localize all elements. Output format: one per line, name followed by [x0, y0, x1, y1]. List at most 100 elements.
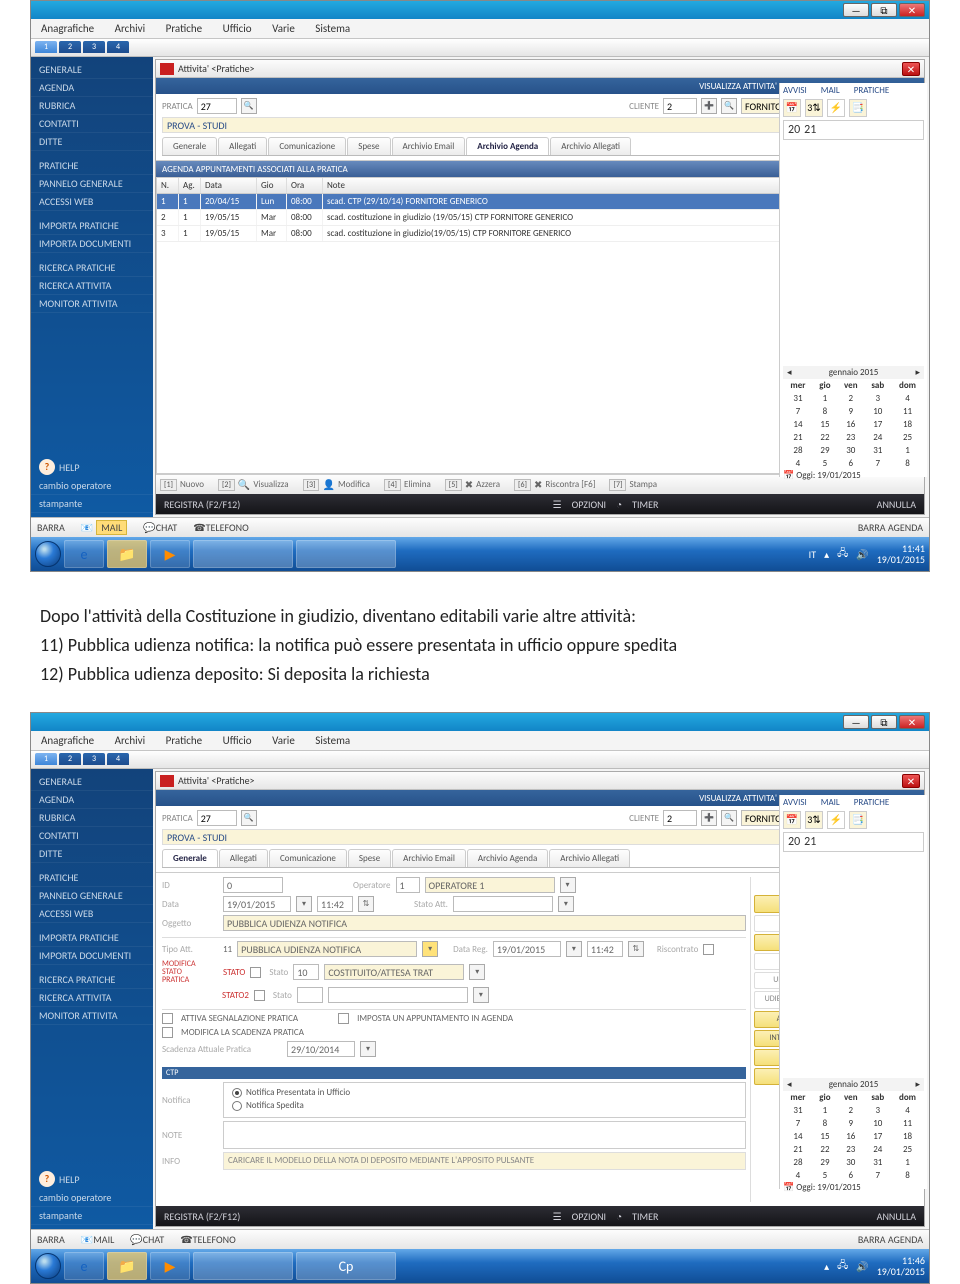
cal-day[interactable]: 25: [891, 1143, 924, 1156]
cal-day[interactable]: 4: [891, 392, 924, 405]
pratica-field[interactable]: 27: [197, 98, 237, 114]
status-chat[interactable]: CHAT: [156, 521, 177, 534]
statoatt-field[interactable]: [453, 896, 553, 912]
datareg-field[interactable]: 19/01/2015: [493, 941, 561, 957]
taskbar-media-icon[interactable]: ▶: [150, 540, 190, 568]
taskbar-app-2[interactable]: [296, 540, 396, 568]
pratica-search-icon[interactable]: 🔍: [241, 98, 257, 114]
tab-pratiche[interactable]: PRATICHE: [854, 797, 890, 808]
stato2-num-field[interactable]: [297, 987, 323, 1003]
cal-day[interactable]: 18: [891, 418, 924, 431]
clock[interactable]: 11:46 19/01/2015: [877, 1255, 925, 1277]
cal-day[interactable]: 23: [837, 1143, 865, 1156]
sidebar-item-ditte[interactable]: DITTE: [31, 133, 153, 151]
taskbar-ie-icon[interactable]: e: [64, 540, 104, 568]
cal-day[interactable]: 24: [865, 431, 891, 444]
tab-archivio-email[interactable]: Archivio Email: [392, 137, 466, 155]
taskbar-folder-icon[interactable]: 📁: [107, 540, 147, 568]
timer-button[interactable]: TIMER: [632, 1210, 658, 1223]
data-time-step-icon[interactable]: ⇅: [358, 896, 374, 912]
action-icon[interactable]: ⚡: [827, 811, 845, 829]
sidebar-item-importa-pratiche[interactable]: IMPORTA PRATICHE: [31, 929, 153, 947]
cal-day[interactable]: 31: [865, 1156, 891, 1169]
fn-elimina[interactable]: [4]Elimina: [384, 479, 431, 491]
phone-icon[interactable]: ☎: [180, 1233, 192, 1246]
menu-pratiche[interactable]: Pratiche: [166, 22, 203, 35]
cal-day[interactable]: 5: [813, 1169, 837, 1182]
calendar-icon[interactable]: 📅: [783, 99, 801, 117]
cal-day[interactable]: 8: [813, 1117, 837, 1130]
sidebar-item-ricerca-pratiche[interactable]: RICERCA PRATICHE: [31, 259, 153, 277]
cal-day[interactable]: 1: [813, 1104, 837, 1117]
fn-stampa[interactable]: [7]Stampa: [609, 479, 657, 491]
tab-pratiche[interactable]: PRATICHE: [854, 85, 890, 96]
fn-riscontra[interactable]: [6]✖Riscontra [F6]: [514, 478, 595, 491]
stato-num-field[interactable]: 10: [293, 964, 319, 980]
col-data[interactable]: Data: [201, 178, 257, 193]
oggetto-field[interactable]: PUBBLICA UDIENZA NOTIFICA: [223, 915, 746, 931]
statoatt-dd-icon[interactable]: ▾: [558, 896, 574, 912]
tab-comunicazione[interactable]: Comunicazione: [268, 137, 346, 155]
minimize-button[interactable]: —: [843, 715, 869, 729]
sidebar-item-rubrica[interactable]: RUBRICA: [31, 809, 153, 827]
imposta-appuntamento-checkbox[interactable]: [338, 1013, 349, 1024]
col-ora[interactable]: Ora: [287, 178, 323, 193]
radio-presentata[interactable]: Notifica Presentata in Ufficio: [232, 1087, 737, 1098]
sidebar-item-contatti[interactable]: CONTATTI: [31, 115, 153, 133]
datareg-time-step-icon[interactable]: ⇅: [628, 941, 644, 957]
registra-button[interactable]: REGISTRA (F2/F12): [164, 498, 240, 511]
fn-visualizza[interactable]: [2]🔍Visualizza: [218, 478, 289, 491]
clock[interactable]: 11:41 19/01/2015: [877, 543, 925, 565]
window-tab-4[interactable]: 4: [107, 41, 129, 53]
maximize-button[interactable]: ⧉: [871, 3, 897, 17]
cal-day[interactable]: 31: [783, 1104, 813, 1117]
sidebar-item-contatti[interactable]: CONTATTI: [31, 827, 153, 845]
mini-calendar[interactable]: ◂gennaio 2015▸mergiovensabdom31123478910…: [783, 366, 924, 481]
cal-day[interactable]: 11: [891, 1117, 924, 1130]
cal-day[interactable]: 30: [837, 444, 865, 457]
cliente-search-icon[interactable]: 🔍: [721, 810, 737, 826]
cal-day[interactable]: 29: [813, 1156, 837, 1169]
sidebar-item-pratiche[interactable]: PRATICHE: [31, 869, 153, 887]
cal-day[interactable]: 29: [813, 444, 837, 457]
cal-day[interactable]: 1: [891, 1156, 924, 1169]
modifica-scadenza-checkbox[interactable]: [162, 1027, 173, 1038]
sidebar-item-agenda[interactable]: AGENDA: [31, 791, 153, 809]
timer-button[interactable]: TIMER: [632, 498, 658, 511]
sidebar-item-cambio-operatore[interactable]: cambio operatore: [31, 1189, 153, 1207]
scadenza-dd-icon[interactable]: ▾: [360, 1041, 376, 1057]
operatore-num-field[interactable]: 1: [396, 877, 420, 893]
status-barra-agenda[interactable]: BARRA AGENDA: [858, 521, 923, 534]
cal-day[interactable]: 14: [783, 1130, 813, 1143]
list-icon[interactable]: ☰: [553, 1210, 562, 1223]
sidebar-item-importa-documenti[interactable]: IMPORTA DOCUMENTI: [31, 947, 153, 965]
opzioni-button[interactable]: OPZIONI: [572, 498, 606, 511]
cal-day[interactable]: 16: [837, 1130, 865, 1143]
sidebar-item-ditte[interactable]: DITTE: [31, 845, 153, 863]
menu-archivi[interactable]: Archivi: [115, 22, 146, 35]
status-barra[interactable]: BARRA: [37, 521, 65, 534]
sidebar-item-stampante[interactable]: stampante: [31, 1207, 153, 1225]
tray-flag-icon[interactable]: ▴: [824, 548, 829, 561]
data-field[interactable]: 19/01/2015: [223, 896, 291, 912]
tab-generale[interactable]: Generale: [162, 137, 217, 155]
cal-day[interactable]: 31: [865, 444, 891, 457]
annulla-button[interactable]: ANNULLA: [877, 498, 916, 511]
cliente-search-icon[interactable]: 🔍: [721, 98, 737, 114]
radio-spedita[interactable]: Notifica Spedita: [232, 1100, 737, 1111]
scadenza-field[interactable]: 29/10/2014: [287, 1041, 355, 1057]
attiva-segnalazione-checkbox[interactable]: [162, 1013, 173, 1024]
menu-ufficio[interactable]: Ufficio: [223, 734, 252, 747]
registra-button[interactable]: REGISTRA (F2/F12): [164, 1210, 240, 1223]
window-tab-2[interactable]: 2: [59, 41, 81, 53]
taskbar-app-2[interactable]: Cp: [296, 1252, 396, 1280]
tab-avvisi[interactable]: AVVISI: [783, 85, 807, 96]
riscontrato-checkbox[interactable]: [703, 944, 714, 955]
inner-close-button[interactable]: ✕: [902, 62, 920, 76]
cal-day[interactable]: 5: [813, 457, 837, 470]
cal-day[interactable]: 6: [837, 1169, 865, 1182]
cal-day[interactable]: 2: [837, 392, 865, 405]
status-telefono[interactable]: TELEFONO: [206, 521, 249, 534]
note-field[interactable]: [223, 1121, 746, 1149]
chat-icon[interactable]: 💬: [143, 521, 155, 534]
